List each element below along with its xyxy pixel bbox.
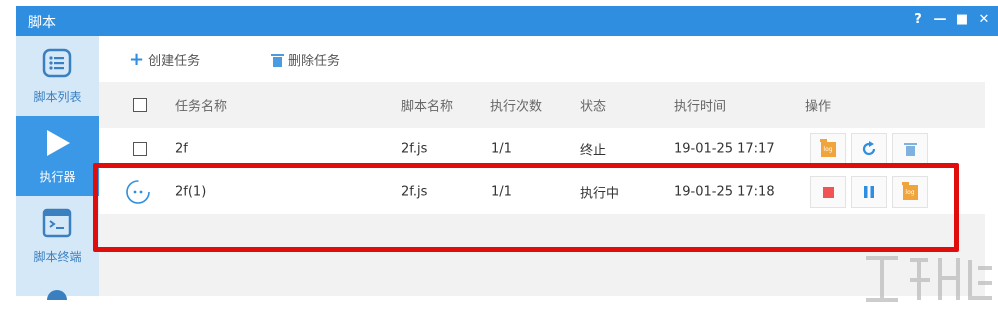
sidebar: 脚本列表 执行器 脚本终端: [16, 36, 99, 300]
log-icon: log: [819, 138, 836, 157]
log-button[interactable]: log: [810, 133, 846, 165]
delete-task-button[interactable]: 删除任务: [271, 50, 340, 69]
select-all-checkbox[interactable]: [133, 98, 147, 112]
column-header: 执行次数: [490, 99, 543, 115]
sidebar-item-label: 执行器: [39, 170, 76, 184]
sidebar-item-label: 脚本列表: [33, 90, 82, 104]
minimize-button[interactable]: —: [932, 11, 948, 29]
close-button[interactable]: ✕: [976, 11, 992, 29]
sidebar-item-script-list[interactable]: 脚本列表: [16, 36, 99, 116]
play-icon: [47, 130, 70, 156]
column-header: 状态: [580, 99, 607, 115]
sidebar-item-script-terminal[interactable]: 脚本终端: [16, 196, 99, 276]
title-bar: 脚本 ? — ■ ✕: [16, 6, 998, 36]
highlight-annotation-box: [93, 163, 959, 252]
toolbar: + 创建任务 删除任务: [99, 36, 985, 82]
row-checkbox[interactable]: [133, 142, 147, 156]
list-icon: [42, 48, 72, 78]
maximize-button[interactable]: ■: [954, 11, 970, 29]
sidebar-item-partial-icon: [47, 290, 67, 300]
help-button[interactable]: ?: [910, 11, 926, 29]
column-header: 操作: [805, 99, 832, 115]
terminal-icon: [42, 208, 72, 238]
task-name: 2f: [175, 141, 188, 157]
exec-time: 19-01-25 17:17: [674, 141, 775, 157]
delete-row-button[interactable]: [892, 133, 928, 165]
trash-icon: [903, 143, 917, 156]
plus-icon: +: [129, 48, 145, 70]
sidebar-item-executor[interactable]: 执行器: [16, 116, 99, 196]
column-header: 任务名称: [175, 99, 228, 115]
create-task-button[interactable]: + 创建任务: [129, 50, 200, 69]
refresh-icon: [862, 141, 876, 156]
restart-button[interactable]: [851, 133, 887, 165]
column-header: 脚本名称: [401, 99, 454, 115]
watermark-logo: [866, 256, 992, 302]
exec-count: 1/1: [491, 141, 512, 157]
trash-icon: [271, 53, 284, 67]
table-header: 任务名称 脚本名称 执行次数 状态 执行时间 操作: [99, 82, 985, 128]
create-task-label: 创建任务: [148, 54, 201, 69]
delete-task-label: 删除任务: [288, 54, 341, 69]
column-header: 执行时间: [674, 99, 727, 115]
script-name: 2f.js: [401, 141, 428, 157]
window-title: 脚本: [28, 15, 56, 31]
sidebar-item-label: 脚本终端: [33, 250, 82, 264]
task-status: 终止: [580, 143, 607, 159]
